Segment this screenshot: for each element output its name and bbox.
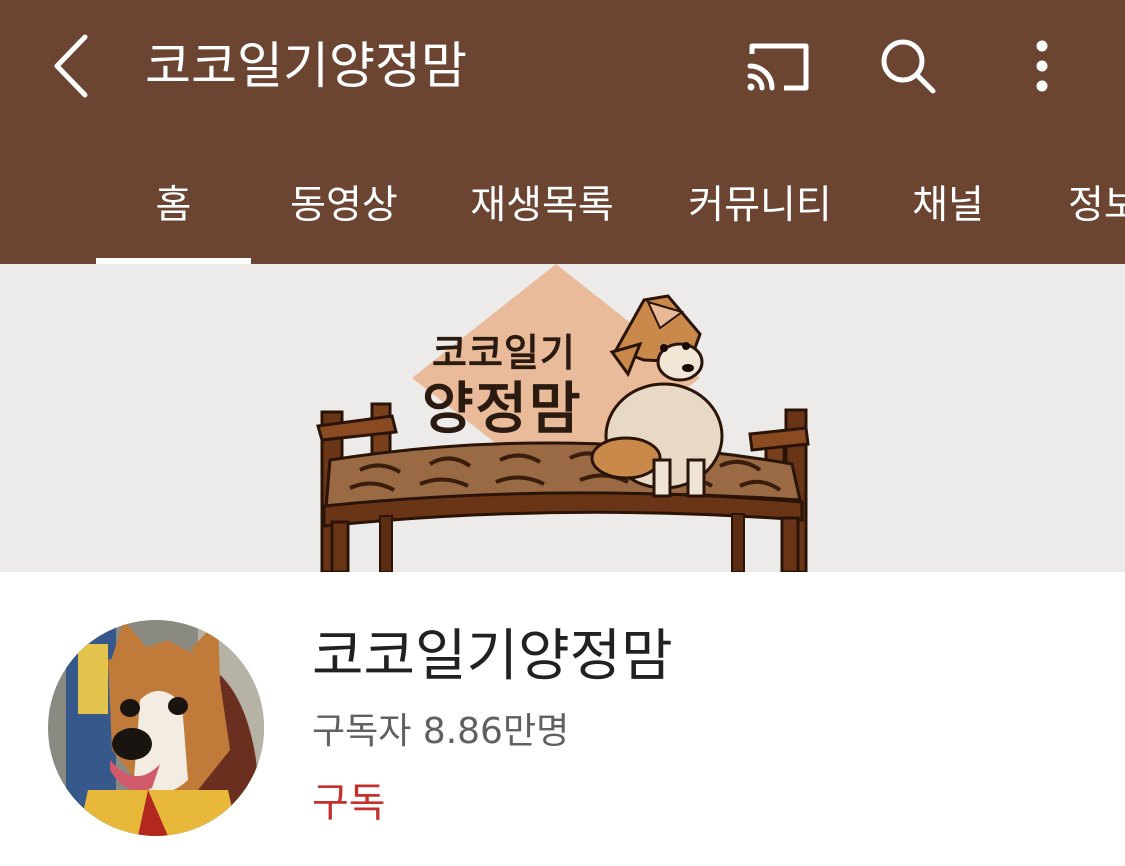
search-icon bbox=[881, 39, 936, 94]
channel-tabs: 홈 동영상 재생목록 커뮤니티 채널 정보 bbox=[0, 140, 1125, 264]
tab-channels[interactable]: 채널 bbox=[886, 140, 1010, 264]
subscriber-count: 구독자 8.86만명 bbox=[312, 711, 570, 752]
channel-banner: 코코일기 양정맘 bbox=[0, 264, 1125, 572]
cast-icon bbox=[747, 43, 809, 91]
channel-avatar[interactable] bbox=[48, 620, 264, 836]
more-options-button[interactable] bbox=[1002, 30, 1082, 102]
tab-home[interactable]: 홈 bbox=[96, 140, 251, 264]
channel-name: 코코일기양정맘 bbox=[312, 624, 673, 689]
search-button[interactable] bbox=[868, 30, 948, 102]
app-header: 코코일기양정맘 홈 동영상 재생목록 커뮤니티 채널 정보 bbox=[0, 0, 1125, 264]
tab-community[interactable]: 커뮤니티 bbox=[668, 140, 852, 264]
more-vert-icon bbox=[1036, 40, 1048, 92]
tab-playlists[interactable]: 재생목록 bbox=[446, 140, 638, 264]
cast-button[interactable] bbox=[738, 30, 818, 102]
avatar-image bbox=[48, 620, 264, 836]
tab-about[interactable]: 정보 bbox=[1040, 140, 1125, 264]
channel-info: 코코일기양정맘 구독자 8.86만명 구독 bbox=[0, 572, 1125, 866]
header-title: 코코일기양정맘 bbox=[145, 37, 467, 95]
tab-videos[interactable]: 동영상 bbox=[264, 140, 424, 264]
back-arrow-icon bbox=[54, 34, 88, 98]
back-button[interactable] bbox=[36, 26, 106, 106]
subscribe-button[interactable]: 구독 bbox=[312, 770, 386, 828]
banner-logo-line2: 양정맘 bbox=[422, 377, 583, 442]
